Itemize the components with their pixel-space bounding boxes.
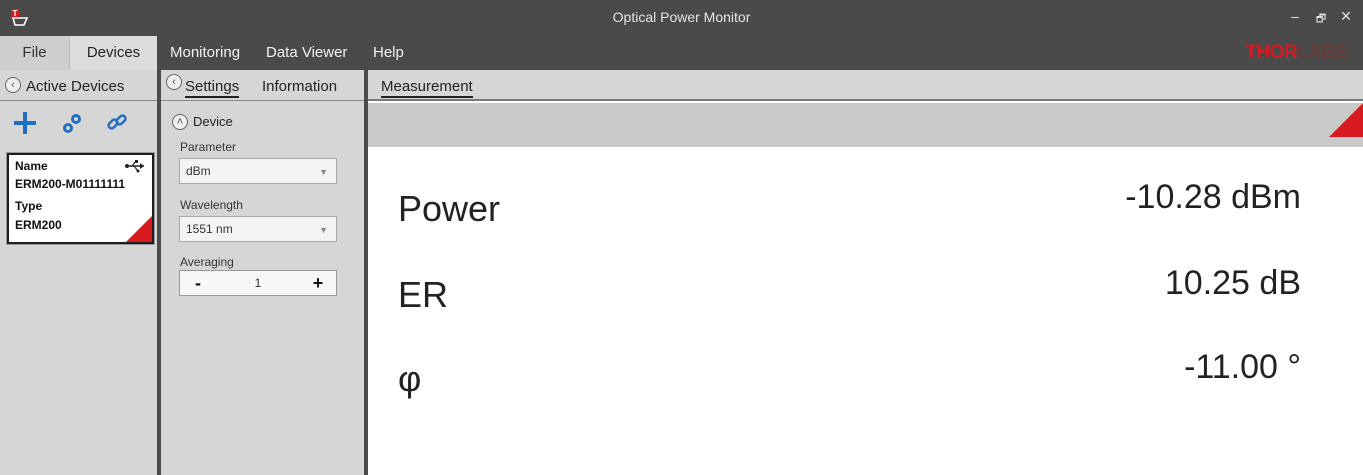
device-name-label: Name — [15, 159, 48, 173]
menu-help[interactable]: Help — [363, 36, 414, 70]
tab-information[interactable]: Information — [262, 78, 337, 95]
measurement-header: Measurement — [368, 70, 1363, 101]
card-corner-marker — [126, 216, 152, 242]
device-section-title: Device — [193, 114, 233, 129]
chevron-down-icon: ▼ — [319, 225, 328, 235]
active-devices-title: Active Devices — [26, 78, 125, 95]
add-device-icon[interactable] — [12, 110, 38, 136]
measurement-band — [368, 103, 1363, 147]
menu-file[interactable]: File — [0, 36, 69, 70]
device-type-value: ERM200 — [15, 218, 62, 232]
settings-panel: ‹ Settings Information ˄ Device Paramete… — [161, 70, 366, 475]
collapse-settings-icon[interactable]: ‹ — [166, 74, 182, 90]
device-settings-icon[interactable] — [60, 110, 86, 136]
chevron-down-icon: ▼ — [319, 167, 328, 177]
thorlabs-logo: THORLABS — [1245, 42, 1347, 63]
averaging-stepper[interactable]: - 1 + — [179, 270, 337, 296]
parameter-value: dBm — [186, 164, 211, 178]
restore-button[interactable]: 🗗 — [1311, 10, 1331, 29]
usb-icon — [125, 160, 144, 173]
wavelength-select[interactable]: 1551 nm ▼ — [179, 216, 337, 242]
power-label: Power — [398, 188, 501, 229]
collapse-left-icon[interactable]: ‹ — [5, 77, 21, 93]
close-button[interactable]: ✕ — [1336, 8, 1356, 25]
measurement-corner-marker — [1329, 103, 1363, 137]
measurement-panel: Measurement Power -10.28 dBm ER 10.25 dB… — [368, 70, 1363, 475]
parameter-label: Parameter — [180, 140, 237, 154]
connect-link-icon[interactable] — [104, 110, 130, 136]
menu-bar: File Devices Monitoring Data Viewer Help… — [0, 36, 1363, 70]
menu-devices[interactable]: Devices — [69, 36, 157, 70]
active-devices-panel: ‹ Active Devices Name ERM200-M01111111 T… — [0, 70, 159, 475]
wavelength-label: Wavelength — [180, 198, 243, 212]
tab-settings[interactable]: Settings — [185, 78, 240, 98]
device-type-label: Type — [15, 199, 43, 213]
phase-value: -11.00 ° — [1184, 348, 1301, 386]
title-bar: T Optical Power Monitor – 🗗 ✕ — [0, 0, 1363, 36]
settings-header: ‹ Settings Information — [161, 70, 364, 101]
er-label: ER — [398, 274, 449, 315]
menu-data-viewer[interactable]: Data Viewer — [256, 36, 357, 70]
active-devices-header: ‹ Active Devices — [0, 70, 157, 101]
tab-measurement[interactable]: Measurement — [381, 78, 473, 98]
parameter-select[interactable]: dBm ▼ — [179, 158, 337, 184]
device-name-value: ERM200-M01111111 — [15, 177, 126, 191]
er-value: 10.25 dB — [1164, 264, 1301, 302]
averaging-label: Averaging — [180, 255, 234, 269]
device-card[interactable]: Name ERM200-M01111111 Type ERM200 — [7, 153, 154, 244]
power-value: -10.28 dBm — [1125, 178, 1301, 216]
menu-monitoring[interactable]: Monitoring — [160, 36, 250, 70]
phase-label: φ — [398, 358, 422, 399]
increment-button[interactable]: + — [306, 272, 330, 294]
minimize-button[interactable]: – — [1285, 8, 1305, 24]
expand-device-icon[interactable]: ˄ — [172, 114, 188, 130]
window-title: Optical Power Monitor — [612, 9, 751, 25]
wavelength-value: 1551 nm — [186, 222, 233, 236]
